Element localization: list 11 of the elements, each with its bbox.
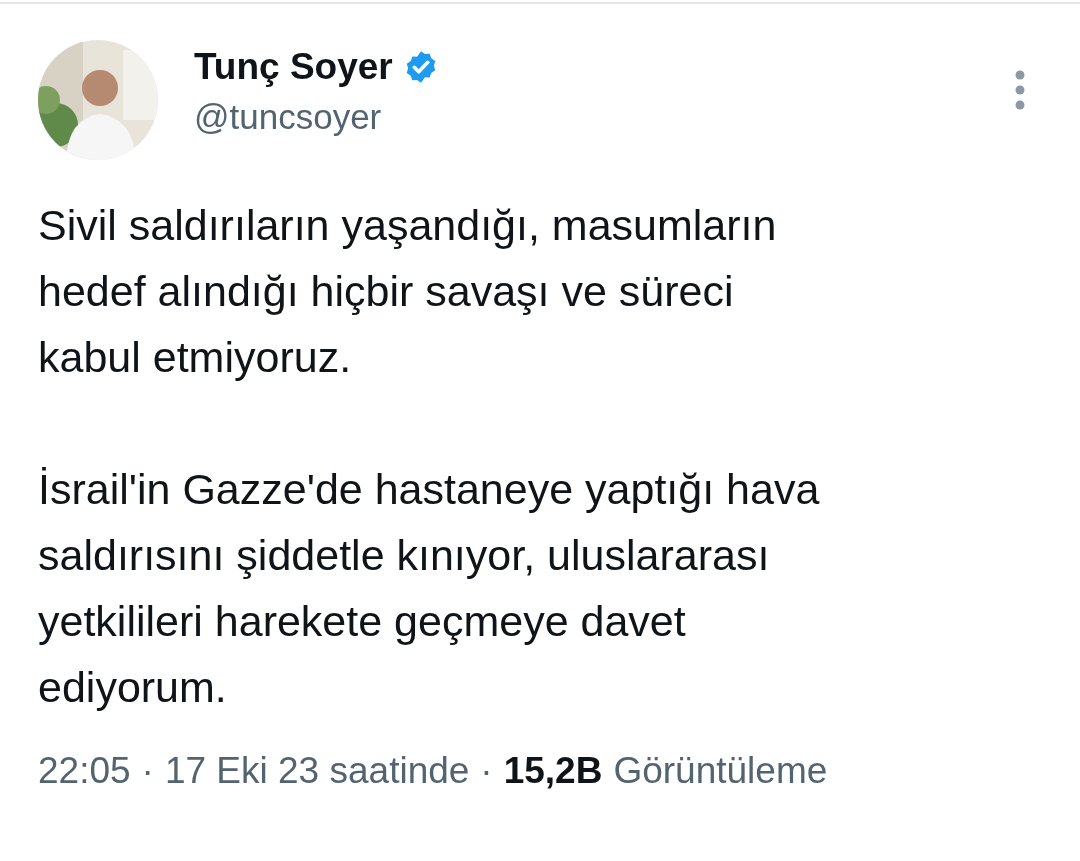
tweet-time: 22:05 <box>38 750 131 792</box>
separator: · <box>480 750 493 792</box>
separator: · <box>141 750 154 792</box>
tweet-date: 17 Eki 23 saatinde <box>164 750 470 792</box>
tweet-paragraph: Sivil saldırıların yaşandığı, masumların hedef alındığı hiçbir savaşı ve süreci kabul etmiyoruz. <box>38 200 778 383</box>
views-label: Görüntüleme <box>613 750 828 792</box>
author-handle[interactable]: @tuncsoyer <box>194 95 978 139</box>
tweet-paragraph: İsrail'in Gazze'de hastaneye yaptığı hava saldırısını şiddetle kınıyor, uluslararası yetkilileri harekete geçmeye davet ediyorum. <box>38 464 821 713</box>
view-count: 15,2B <box>503 750 603 792</box>
author-name[interactable]: Tunç Soyer <box>194 45 393 89</box>
more-options-icon[interactable] <box>1014 70 1026 110</box>
